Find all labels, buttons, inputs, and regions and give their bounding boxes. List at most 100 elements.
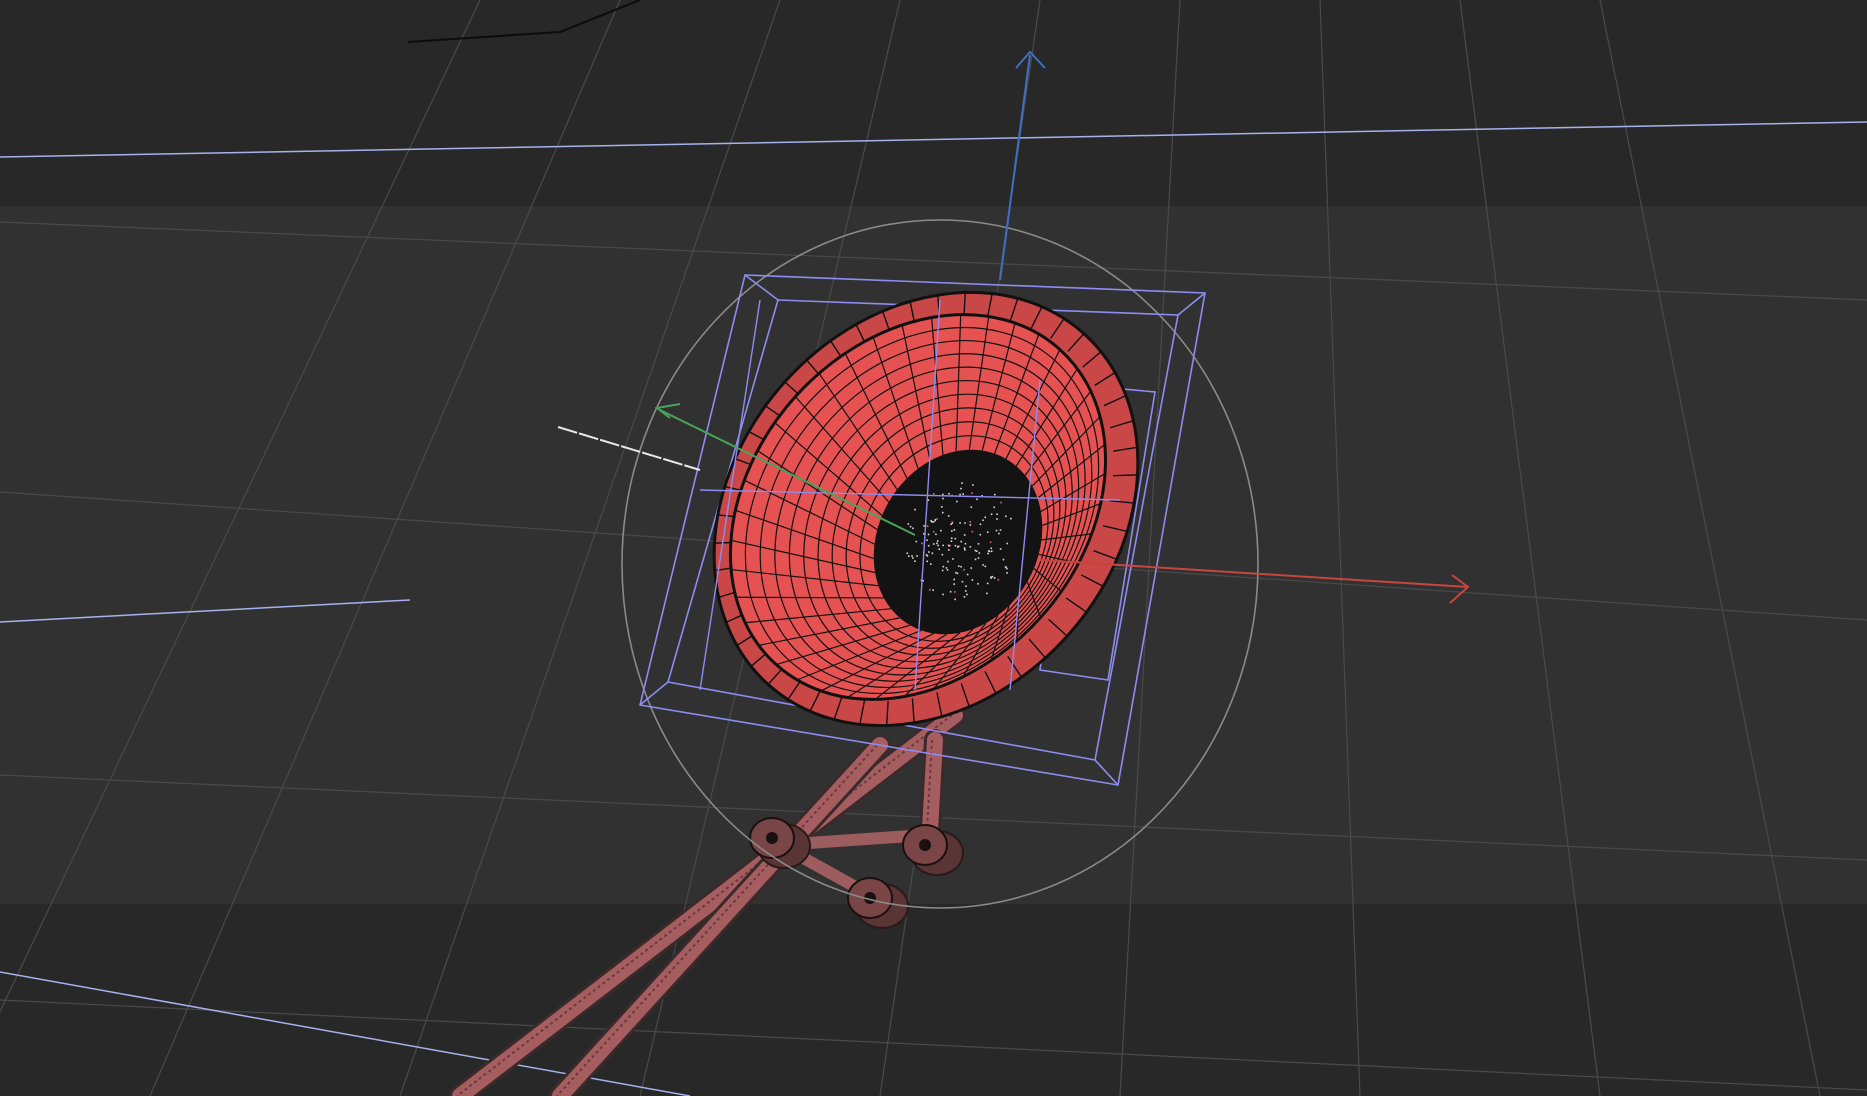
3d-viewport[interactable] [0, 0, 1867, 1096]
particle [976, 498, 978, 501]
particle [915, 540, 918, 543]
particle [932, 492, 935, 495]
particle [916, 555, 918, 557]
particle [923, 525, 925, 527]
particle [991, 575, 994, 578]
particle [941, 553, 944, 556]
particle [971, 492, 973, 494]
particle [953, 578, 955, 581]
particle [956, 500, 958, 503]
particle [906, 552, 909, 555]
particle [990, 550, 993, 553]
particle [912, 557, 914, 559]
particle [936, 542, 938, 545]
particle [984, 565, 987, 568]
particle [938, 548, 940, 551]
particle [945, 567, 948, 569]
particle [914, 560, 916, 563]
particle [982, 564, 984, 566]
particle [977, 543, 980, 545]
particle [942, 544, 945, 547]
particle [974, 549, 977, 552]
particle [940, 529, 942, 532]
particle [947, 515, 950, 517]
particle [926, 555, 929, 557]
particle [950, 537, 953, 540]
particle [907, 523, 910, 525]
particle [993, 577, 996, 579]
particle [977, 583, 979, 585]
particle [972, 484, 974, 486]
particle [1000, 501, 1002, 504]
particle [942, 593, 944, 596]
particle [957, 565, 960, 567]
particle [954, 544, 957, 547]
particle [1010, 517, 1012, 520]
particle [950, 540, 953, 542]
particle [997, 578, 1000, 581]
particle [993, 506, 996, 509]
particle [954, 598, 956, 601]
particle [964, 590, 967, 592]
viewport-canvas[interactable] [0, 0, 1867, 1096]
particle [963, 568, 965, 571]
particle [950, 523, 952, 526]
particle [996, 513, 998, 516]
particle [928, 588, 931, 591]
particle [979, 533, 982, 536]
particle [936, 518, 938, 520]
particle [948, 549, 950, 551]
particle [949, 590, 952, 593]
particle [955, 571, 957, 574]
particle [1006, 567, 1008, 570]
particle [931, 552, 934, 555]
particle [960, 487, 962, 490]
hinge-pin [766, 832, 778, 844]
particle [971, 579, 974, 581]
particle [946, 569, 949, 571]
particle [969, 546, 972, 548]
particle [940, 506, 943, 508]
hinge-pin [919, 839, 931, 851]
particle [969, 521, 972, 523]
particle [912, 527, 914, 530]
particle [996, 518, 998, 520]
particle [914, 508, 916, 511]
particle [926, 560, 929, 563]
particle [969, 524, 972, 526]
particle [930, 519, 932, 522]
particle [934, 519, 937, 522]
particle [909, 525, 912, 528]
rim-mesh-line [1112, 474, 1138, 477]
particle [966, 573, 969, 576]
particle [986, 592, 988, 595]
particle [911, 555, 913, 557]
particle [999, 529, 1002, 531]
particle [953, 529, 956, 531]
particle [971, 530, 974, 533]
particle [956, 572, 959, 575]
particle [954, 537, 957, 540]
particle [965, 585, 967, 587]
particle [989, 541, 992, 544]
particle [961, 580, 964, 583]
particle [974, 558, 977, 561]
particle [942, 493, 944, 496]
particle [960, 540, 963, 543]
particle [998, 532, 1000, 535]
particle [964, 548, 966, 551]
particle [936, 540, 939, 542]
particle [956, 546, 959, 548]
particle [921, 542, 923, 545]
particle [932, 589, 935, 591]
particle [986, 582, 989, 585]
particle [990, 547, 993, 550]
particle [928, 551, 930, 553]
particle [954, 591, 956, 593]
particle [999, 548, 1002, 550]
particle [927, 544, 930, 547]
particle [948, 545, 950, 547]
particle [932, 521, 935, 523]
particle [941, 569, 944, 572]
particle [995, 529, 998, 532]
